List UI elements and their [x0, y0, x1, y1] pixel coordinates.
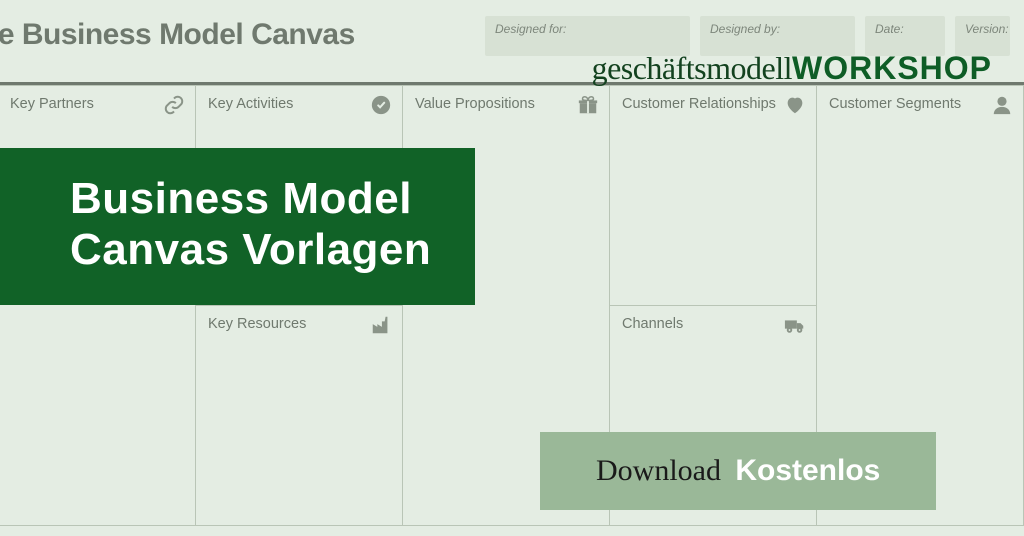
download-free-label: Kostenlos: [735, 454, 880, 487]
checkmark-circle-icon: [370, 94, 392, 116]
brand-light: geschäftsmodell: [592, 50, 792, 86]
truck-icon: [784, 314, 806, 336]
header: ne Business Model Canvas Designed for: D…: [0, 0, 1024, 62]
promo-title-line2: Canvas Vorlagen: [70, 225, 431, 274]
cell-label: Value Propositions: [415, 96, 597, 112]
promo-title-banner: Business Model Canvas Vorlagen: [0, 148, 475, 305]
cell-label: Customer Relationships: [622, 96, 804, 112]
download-label: Download: [596, 454, 721, 487]
promo-title-line1: Business Model: [70, 174, 412, 223]
cell-label: Customer Segments: [829, 96, 1011, 112]
person-icon: [991, 94, 1013, 116]
cell-customer-relationships: Customer Relationships: [610, 86, 817, 306]
link-icon: [163, 94, 185, 116]
cell-key-resources: Key Resources: [196, 306, 403, 526]
factory-icon: [370, 314, 392, 336]
page-title: ne Business Model Canvas: [0, 18, 355, 52]
cell-label: Channels: [622, 316, 804, 332]
heart-icon: [784, 94, 806, 116]
gift-icon: [577, 94, 599, 116]
cell-label: Key Partners: [10, 96, 183, 112]
download-button[interactable]: Download Kostenlos: [540, 432, 936, 510]
cell-label: Key Activities: [208, 96, 390, 112]
brand-heavy: WORKSHOP: [792, 50, 992, 86]
brand-logo: geschäftsmodellWORKSHOP: [592, 50, 992, 87]
cell-label: Key Resources: [208, 316, 390, 332]
